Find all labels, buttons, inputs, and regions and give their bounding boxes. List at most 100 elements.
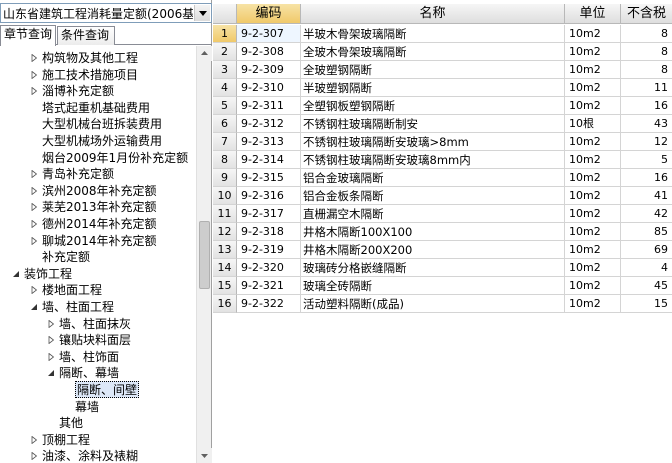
cell-name[interactable]: 活动塑料隔断(成品) — [301, 295, 565, 313]
cell-code[interactable]: 9-2-309 — [237, 61, 301, 79]
cell-unit[interactable]: 10m2 — [565, 223, 621, 241]
cell-name[interactable]: 直栅漏空木隔断 — [301, 205, 565, 223]
header-code[interactable]: 编码 — [237, 4, 301, 24]
header-name[interactable]: 名称 — [301, 4, 565, 24]
cell-price[interactable]: 8 — [621, 61, 672, 79]
row-number[interactable]: 7 — [213, 133, 237, 151]
cell-name[interactable]: 铝合金板条隔断 — [301, 187, 565, 205]
tree-node[interactable]: 莱芜2013年补充定额 — [0, 199, 196, 215]
table-row[interactable]: 8 9-2-314 不锈钢柱玻璃隔断安玻璃8mm内 10m2 5 — [213, 151, 672, 169]
row-number[interactable]: 11 — [213, 205, 237, 223]
collapsed-arrow-icon[interactable] — [30, 54, 38, 62]
row-number[interactable]: 5 — [213, 97, 237, 115]
row-number[interactable]: 9 — [213, 169, 237, 187]
cell-unit[interactable]: 10m2 — [565, 43, 621, 61]
cell-price[interactable]: 4 — [621, 259, 672, 277]
tree-node[interactable]: 德州2014年补充定额 — [0, 216, 196, 232]
table-row[interactable]: 3 9-2-309 全玻塑钢隔断 10m2 8 — [213, 61, 672, 79]
collapsed-arrow-icon[interactable] — [30, 203, 38, 212]
cell-code[interactable]: 9-2-308 — [237, 43, 301, 61]
cell-price[interactable]: 42 — [621, 205, 672, 223]
cell-name[interactable]: 半玻塑钢隔断 — [301, 79, 565, 97]
cell-unit[interactable]: 10m2 — [565, 241, 621, 259]
cell-name[interactable]: 不锈钢柱玻璃隔断安玻璃>8mm — [301, 133, 565, 151]
cell-price[interactable]: 85 — [621, 223, 672, 241]
cell-name[interactable]: 不锈钢柱玻璃隔断制安 — [301, 115, 565, 133]
table-row[interactable]: 13 9-2-319 井格木隔断200X200 10m2 69 — [213, 241, 672, 259]
tree-node[interactable]: 施工技术措施项目 — [0, 67, 196, 83]
tree-node[interactable]: 镶贴块料面层 — [0, 332, 196, 348]
tree-node[interactable]: 楼地面工程 — [0, 282, 196, 298]
table-row[interactable]: 16 9-2-322 活动塑料隔断(成品) 10m2 15 — [213, 295, 672, 313]
table-row[interactable]: 6 9-2-312 不锈钢柱玻璃隔断制安 10根 43 — [213, 115, 672, 133]
scroll-thumb[interactable] — [199, 221, 210, 289]
tree-node[interactable]: 装饰工程 — [0, 266, 196, 282]
cell-name[interactable]: 不锈钢柱玻璃隔断安玻璃8mm内 — [301, 151, 565, 169]
dropdown-arrow-icon[interactable] — [194, 5, 210, 21]
cell-unit[interactable]: 10m2 — [565, 277, 621, 295]
tree-node[interactable]: 顶棚工程 — [0, 432, 196, 448]
collapsed-arrow-icon[interactable] — [30, 452, 38, 461]
collapsed-arrow-icon[interactable] — [30, 87, 38, 96]
scroll-up-icon[interactable] — [197, 46, 212, 61]
tree-node[interactable]: 大型机械场外运输费用 — [0, 133, 196, 149]
cell-code[interactable]: 9-2-307 — [237, 25, 301, 43]
collapsed-arrow-icon[interactable] — [47, 319, 55, 328]
tree-node[interactable]: 墙、柱面工程 — [0, 299, 196, 315]
cell-unit[interactable]: 10m2 — [565, 259, 621, 277]
table-row[interactable]: 11 9-2-317 直栅漏空木隔断 10m2 42 — [213, 205, 672, 223]
table-row[interactable]: 7 9-2-313 不锈钢柱玻璃隔断安玻璃>8mm 10m2 12 — [213, 133, 672, 151]
cell-name[interactable]: 井格木隔断200X200 — [301, 241, 565, 259]
tree-node[interactable]: 青岛补充定额 — [0, 166, 196, 182]
cell-code[interactable]: 9-2-319 — [237, 241, 301, 259]
cell-code[interactable]: 9-2-315 — [237, 169, 301, 187]
table-row[interactable]: 15 9-2-321 玻璃全砖隔断 10m2 45 — [213, 277, 672, 295]
cell-price[interactable]: 41 — [621, 187, 672, 205]
row-number[interactable]: 8 — [213, 151, 237, 169]
collapsed-arrow-icon[interactable] — [30, 70, 38, 79]
collapsed-arrow-icon[interactable] — [30, 186, 38, 195]
tree-node[interactable]: 幕墙 — [0, 399, 196, 415]
table-row[interactable]: 12 9-2-318 井格木隔断100X100 10m2 85 — [213, 223, 672, 241]
cell-code[interactable]: 9-2-310 — [237, 79, 301, 97]
cell-unit[interactable]: 10m2 — [565, 169, 621, 187]
tree-node[interactable]: 其他 — [0, 415, 196, 431]
tree-node[interactable]: 构筑物及其他工程 — [0, 50, 196, 66]
cell-name[interactable]: 玻璃全砖隔断 — [301, 277, 565, 295]
cell-code[interactable]: 9-2-313 — [237, 133, 301, 151]
cell-price[interactable]: 15 — [621, 295, 672, 313]
cell-price[interactable]: 16 — [621, 97, 672, 115]
cell-code[interactable]: 9-2-320 — [237, 259, 301, 277]
table-row[interactable]: 2 9-2-308 全玻木骨架玻璃隔断 10m2 8 — [213, 43, 672, 61]
collapsed-arrow-icon[interactable] — [30, 435, 38, 444]
tree-node[interactable]: 墙、柱饰面 — [0, 349, 196, 365]
cell-unit[interactable]: 10根 — [565, 115, 621, 133]
cell-name[interactable]: 铝合金玻璃隔断 — [301, 169, 565, 187]
collapsed-arrow-icon[interactable] — [30, 170, 38, 179]
cell-name[interactable]: 玻璃砖分格嵌缝隔断 — [301, 259, 565, 277]
cell-price[interactable]: 11 — [621, 79, 672, 97]
row-number[interactable]: 4 — [213, 79, 237, 97]
cell-code[interactable]: 9-2-312 — [237, 115, 301, 133]
cell-unit[interactable]: 10m2 — [565, 79, 621, 97]
row-number[interactable]: 15 — [213, 277, 237, 295]
tree-node[interactable]: 大型机械台班拆装费用 — [0, 116, 196, 132]
cell-unit[interactable]: 10m2 — [565, 97, 621, 115]
cell-unit[interactable]: 10m2 — [565, 61, 621, 79]
row-number[interactable]: 16 — [213, 295, 237, 313]
cell-price[interactable]: 12 — [621, 133, 672, 151]
cell-code[interactable]: 9-2-316 — [237, 187, 301, 205]
cell-name[interactable]: 全塑钢板塑钢隔断 — [301, 97, 565, 115]
cell-name[interactable]: 半玻木骨架玻璃隔断 — [301, 25, 565, 43]
tree-scrollbar[interactable] — [196, 46, 212, 463]
cell-code[interactable]: 9-2-314 — [237, 151, 301, 169]
tree-node[interactable]: 隔断、间壁 — [0, 381, 196, 398]
cell-price[interactable]: 8 — [621, 25, 672, 43]
cell-price[interactable]: 69 — [621, 241, 672, 259]
tab-chapter-query[interactable]: 章节查询 — [0, 25, 56, 46]
header-unit[interactable]: 单位 — [565, 4, 621, 24]
tree-node[interactable]: 滨州2008年补充定额 — [0, 183, 196, 199]
cell-code[interactable]: 9-2-311 — [237, 97, 301, 115]
tree-node[interactable]: 墙、柱面抹灰 — [0, 316, 196, 332]
collapsed-arrow-icon[interactable] — [30, 286, 38, 295]
